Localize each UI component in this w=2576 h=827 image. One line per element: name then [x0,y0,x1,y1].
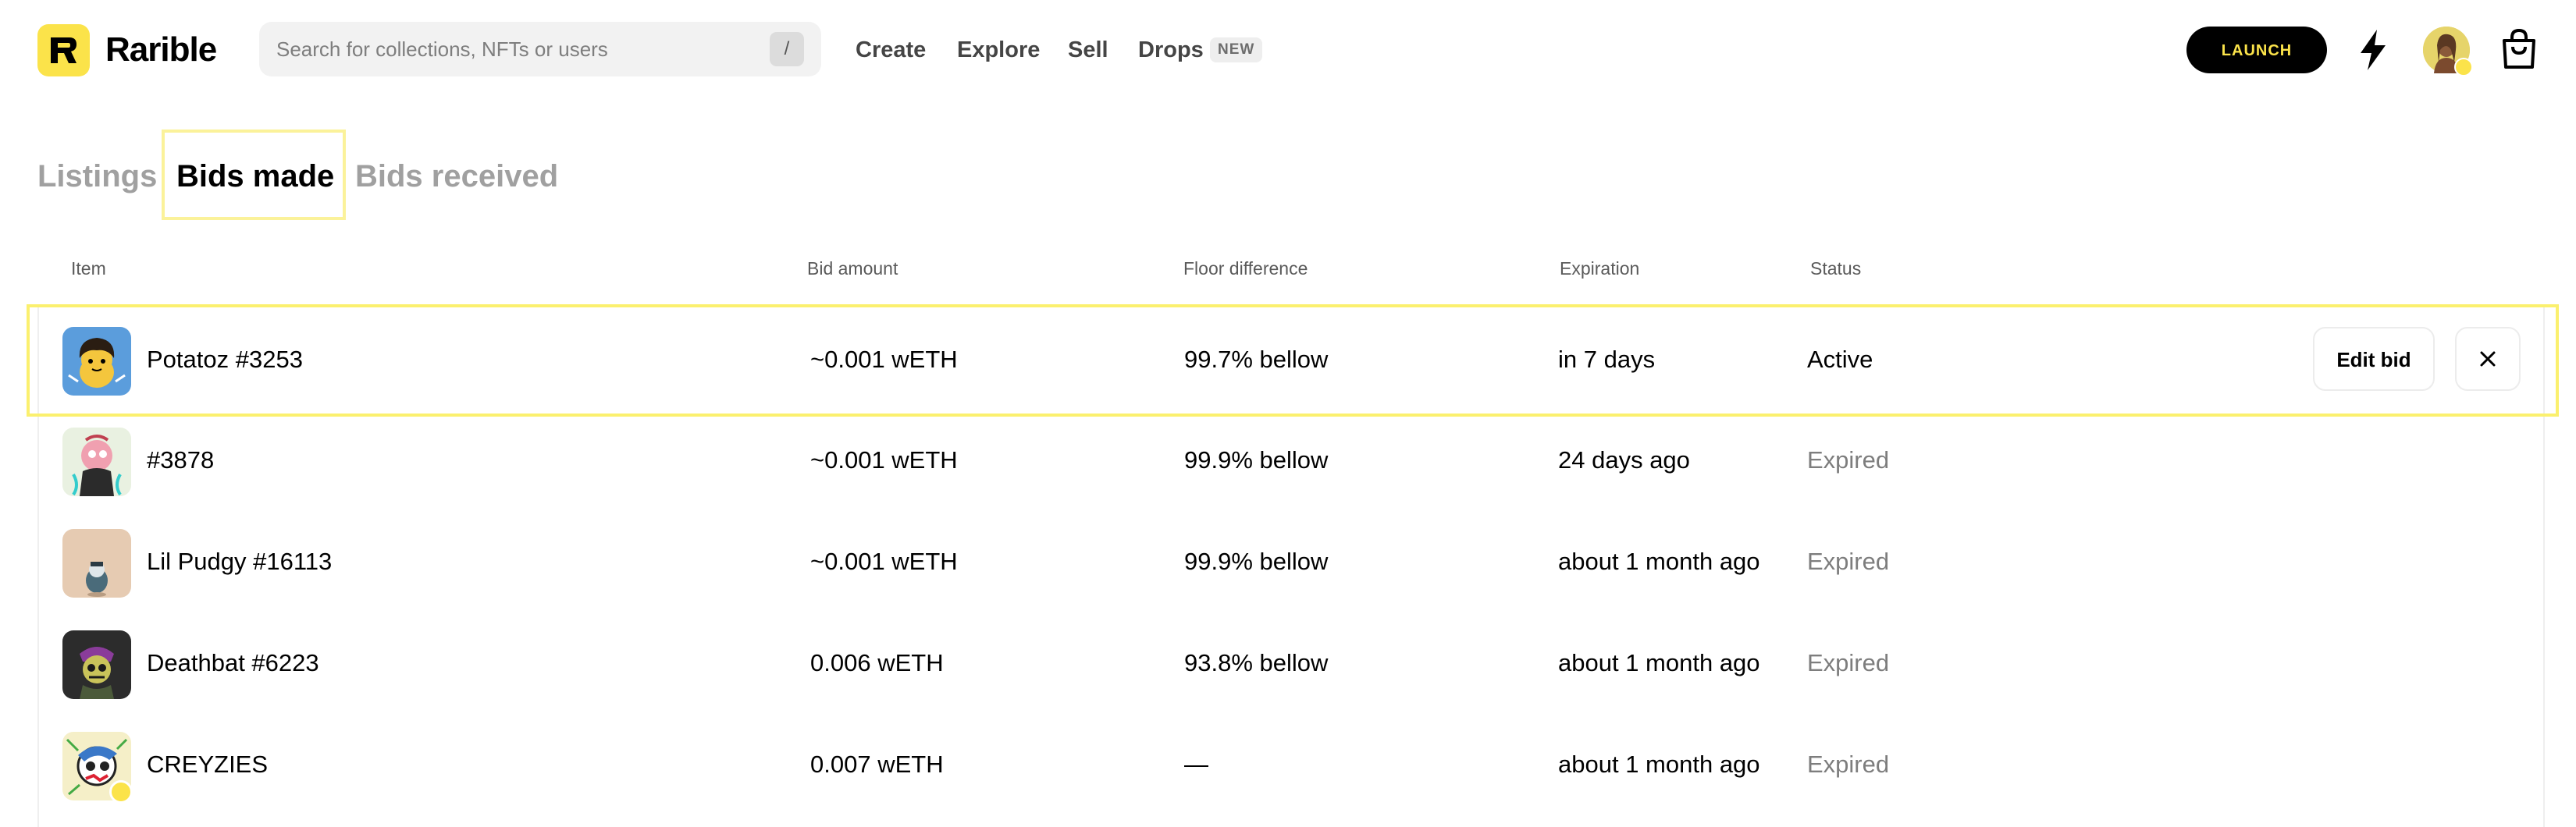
floor-difference: 93.8% bellow [1184,649,1329,676]
search-input[interactable] [276,22,760,76]
user-avatar[interactable] [2423,27,2473,76]
table-row[interactable]: #3878 ~0.001 wETH 99.9% bellow 24 days a… [0,410,2576,512]
status-badge: Expired [1807,548,1890,575]
bid-amount: 0.007 wETH [810,751,944,778]
floor-difference: 99.7% bellow [1184,346,1329,373]
expiration: 24 days ago [1558,446,1690,474]
item-name[interactable]: CREYZIES [147,749,268,780]
bid-amount: ~0.001 wETH [810,446,958,474]
column-header-item: Item [71,258,106,279]
nft-thumbnail-3878 [62,428,131,496]
column-header-status: Status [1810,258,1862,279]
table-row[interactable]: Deathbat #6223 0.006 wETH 93.8% bellow a… [0,613,2576,715]
close-icon [2480,351,2496,367]
status-badge: Expired [1807,649,1890,676]
drops-new-badge: NEW [1210,37,1263,62]
table-row[interactable]: CREYZIES 0.007 wETH — about 1 month ago … [0,715,2576,816]
search-shortcut-key: / [770,32,804,66]
status-badge: Expired [1807,446,1890,474]
nav-drops[interactable]: Drops [1138,31,1204,69]
tab-bids-received[interactable]: Bids received [355,151,558,201]
expiration: about 1 month ago [1558,751,1760,778]
launch-button[interactable]: LAUNCH [2186,27,2327,73]
edit-bid-button[interactable]: Edit bid [2313,327,2435,391]
cancel-bid-button[interactable] [2455,327,2521,391]
column-header-bid-amount: Bid amount [807,258,898,279]
rarible-logo-icon[interactable] [37,24,90,76]
verified-collection-icon [109,780,133,804]
column-header-expiration: Expiration [1560,258,1640,279]
item-name[interactable]: #3878 [147,445,214,476]
nav-sell[interactable]: Sell [1068,31,1108,69]
expiration: in 7 days [1558,346,1656,373]
floor-difference: — [1184,751,1208,778]
bid-amount: 0.006 wETH [810,649,944,676]
nft-thumbnail-lil-pudgy [62,529,131,598]
item-name[interactable]: Potatoz #3253 [147,344,303,375]
lightning-bolt-icon[interactable] [2356,28,2390,72]
item-name[interactable]: Deathbat #6223 [147,648,319,679]
column-header-floor-difference: Floor difference [1183,258,1308,279]
nav-create[interactable]: Create [856,31,926,69]
status-badge: Active [1807,346,1873,373]
shopping-bag-icon[interactable] [2500,28,2539,70]
nft-thumbnail-deathbat [62,630,131,699]
floor-difference: 99.9% bellow [1184,446,1329,474]
tab-listings[interactable]: Listings [37,151,157,201]
nav-explore[interactable]: Explore [957,31,1040,69]
top-navbar: Rarible / Create Explore Sell Drops NEW … [0,0,2576,100]
search-bar[interactable]: / [259,22,821,76]
bid-amount: ~0.001 wETH [810,346,958,373]
table-row[interactable]: Potatoz #3253 ~0.001 wETH 99.7% bellow i… [0,310,2576,411]
floor-difference: 99.9% bellow [1184,548,1329,575]
tab-bids-made[interactable]: Bids made [176,151,334,201]
nft-thumbnail-potatoz [62,327,131,396]
expiration: about 1 month ago [1558,548,1760,575]
table-row[interactable]: Lil Pudgy #16113 ~0.001 wETH 99.9% bello… [0,512,2576,613]
bid-amount: ~0.001 wETH [810,548,958,575]
expiration: about 1 month ago [1558,649,1760,676]
item-name[interactable]: Lil Pudgy #16113 [147,546,332,577]
status-badge: Expired [1807,751,1890,778]
brand-name[interactable]: Rarible [105,28,217,72]
verified-badge-icon [2454,58,2473,76]
